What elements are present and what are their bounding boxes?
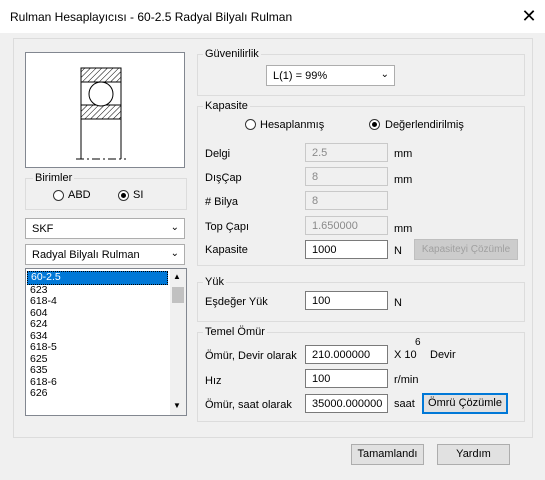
capacity-label: Kapasite xyxy=(203,100,250,112)
list-item[interactable]: 618-6 xyxy=(27,376,168,389)
reliability-label: Güvenilirlik xyxy=(203,48,261,60)
life-revolutions-field[interactable]: 210.000000 xyxy=(305,345,388,364)
reliability-dropdown[interactable]: L(1) = 99% ⌄ xyxy=(266,65,395,86)
list-item[interactable]: 604 xyxy=(27,307,168,320)
life-revolutions-unit-prefix: X 10 xyxy=(394,349,417,361)
list-item[interactable]: 618-5 xyxy=(27,341,168,354)
help-button[interactable]: Yardım xyxy=(437,444,510,465)
load-label: Yük xyxy=(203,276,226,288)
equivalent-load-field[interactable]: 100 xyxy=(305,291,388,310)
manufacturer-value: SKF xyxy=(32,223,54,235)
ball-diameter-field[interactable]: 1.650000 xyxy=(305,216,388,235)
life-revolutions-unit-suffix: Devir xyxy=(430,349,456,361)
capacity-rated-radio[interactable] xyxy=(369,119,380,130)
list-item[interactable]: 635 xyxy=(27,364,168,377)
capacity-calculated-label[interactable]: Hesaplanmış xyxy=(260,119,324,131)
life-hours-label: Ömür, saat olarak xyxy=(205,399,292,411)
life-hours-field[interactable]: 35000.000000 xyxy=(305,394,388,413)
ball-diameter-label: Top Çapı xyxy=(205,221,250,233)
bore-unit: mm xyxy=(394,148,413,160)
speed-field[interactable]: 100 xyxy=(305,369,388,388)
units-si-radio[interactable] xyxy=(118,190,129,201)
bearing-type-value: Radyal Bilyalı Rulman xyxy=(32,249,140,261)
list-item[interactable]: 624 xyxy=(27,318,168,331)
units-label: Birimler xyxy=(33,172,75,184)
od-field[interactable]: 8 xyxy=(305,167,388,186)
manufacturer-dropdown[interactable]: SKF ⌄ xyxy=(25,218,185,239)
capacity-unit: N xyxy=(394,245,402,257)
list-item[interactable]: 626 xyxy=(27,387,168,400)
life-revolutions-label: Ömür, Devir olarak xyxy=(205,350,297,362)
capacity-field[interactable]: 1000 xyxy=(305,240,388,259)
equivalent-load-unit: N xyxy=(394,297,402,309)
capacity-rated-label[interactable]: Değerlendirilmiş xyxy=(385,119,464,131)
units-abd-radio[interactable] xyxy=(53,190,64,201)
list-scrollbar[interactable]: ▲ ▼ xyxy=(170,269,186,415)
od-unit: mm xyxy=(394,174,413,186)
list-item[interactable]: 60-2.5 xyxy=(27,271,168,285)
balls-label: # Bilya xyxy=(205,196,239,208)
units-abd-label[interactable]: ABD xyxy=(68,189,91,201)
equivalent-load-label: Eşdeğer Yük xyxy=(205,296,268,308)
bearing-drawing xyxy=(76,67,126,160)
chevron-down-icon: ⌄ xyxy=(380,69,389,80)
scroll-down-icon[interactable]: ▼ xyxy=(173,401,181,410)
bearing-type-dropdown[interactable]: Radyal Bilyalı Rulman ⌄ xyxy=(25,244,185,265)
reliability-value: L(1) = 99% xyxy=(273,70,328,82)
solve-capacity-button[interactable]: Kapasiteyi Çözümle xyxy=(414,239,518,260)
scroll-up-icon[interactable]: ▲ xyxy=(173,272,181,281)
close-icon[interactable]: ✕ xyxy=(519,6,539,26)
life-label: Temel Ömür xyxy=(203,326,267,338)
capacity-calculated-radio[interactable] xyxy=(245,119,256,130)
window-title: Rulman Hesaplayıcısı - 60-2.5 Radyal Bil… xyxy=(10,10,293,24)
capacity-value-label: Kapasite xyxy=(205,244,248,256)
chevron-down-icon: ⌄ xyxy=(170,222,179,233)
bore-label: Delgi xyxy=(205,148,231,160)
od-label: DışÇap xyxy=(205,172,242,184)
life-hours-unit: saat xyxy=(394,398,415,410)
list-item[interactable]: 625 xyxy=(27,353,168,366)
solve-life-button[interactable]: Ömrü Çözümle xyxy=(422,393,508,414)
speed-unit: r/min xyxy=(394,374,419,386)
bearing-listbox[interactable]: 60-2.5 623 618-4 604 624 634 618-5 625 6… xyxy=(25,268,187,416)
balls-field[interactable]: 8 xyxy=(305,191,388,210)
speed-label: Hız xyxy=(205,375,222,387)
bore-field[interactable]: 2.5 xyxy=(305,143,388,162)
scroll-thumb[interactable] xyxy=(172,287,184,303)
chevron-down-icon: ⌄ xyxy=(170,248,179,259)
done-button[interactable]: Tamamlandı xyxy=(351,444,424,465)
units-si-label[interactable]: SI xyxy=(133,189,143,201)
life-revolutions-unit-exponent: 6 xyxy=(415,337,421,348)
list-item[interactable]: 618-4 xyxy=(27,295,168,308)
ball-diameter-unit: mm xyxy=(394,223,413,235)
bearing-preview xyxy=(25,52,185,168)
